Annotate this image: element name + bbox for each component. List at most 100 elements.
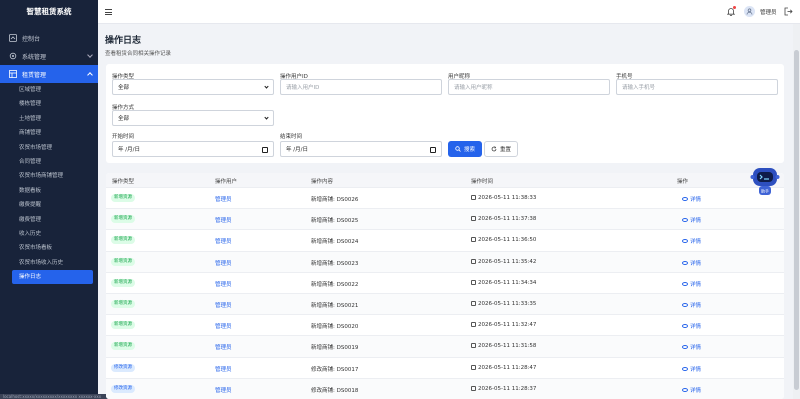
menu-toggle-icon[interactable] bbox=[105, 9, 112, 15]
sidebar-subitem[interactable]: 缴费提醒 bbox=[0, 198, 98, 212]
user-link[interactable]: 管理员 bbox=[215, 280, 232, 288]
column-header: 操作类型 bbox=[112, 179, 135, 185]
phone-input[interactable]: 请输入手机号 bbox=[616, 79, 778, 95]
time-cell: 2026-05-11 11:32:47 bbox=[471, 322, 536, 328]
sidebar-subitem[interactable]: 收入历史 bbox=[0, 227, 98, 241]
user-name[interactable]: 管理员 bbox=[760, 8, 777, 16]
eye-icon bbox=[682, 260, 688, 265]
sidebar-subitem[interactable]: 农贸市场看板 bbox=[0, 241, 98, 255]
eye-icon bbox=[682, 197, 688, 201]
calendar-icon bbox=[471, 216, 476, 222]
reset-button[interactable]: 重置 bbox=[484, 141, 518, 157]
op-type-select[interactable]: 全部 bbox=[112, 79, 274, 95]
refresh-icon bbox=[491, 146, 497, 152]
user-link[interactable]: 管理员 bbox=[215, 237, 232, 245]
eye-icon bbox=[682, 239, 688, 244]
user-link[interactable]: 管理员 bbox=[215, 301, 232, 309]
sidebar-subitem[interactable]: 数据看板 bbox=[0, 184, 98, 198]
detail-button[interactable]: 详情 bbox=[682, 365, 701, 373]
user-link[interactable]: 管理员 bbox=[215, 386, 232, 394]
detail-button[interactable]: 详情 bbox=[682, 343, 701, 351]
calendar-icon bbox=[471, 364, 476, 370]
page-scrollbar[interactable] bbox=[793, 24, 800, 399]
calendar-icon[interactable] bbox=[430, 147, 436, 153]
content-cell: 修改商铺: DS0018 bbox=[311, 387, 359, 394]
calendar-icon[interactable] bbox=[262, 147, 268, 153]
avatar[interactable] bbox=[744, 6, 755, 17]
detail-button[interactable]: 详情 bbox=[682, 195, 701, 203]
gear-icon bbox=[9, 52, 17, 60]
user-link[interactable]: 管理员 bbox=[215, 216, 232, 224]
table-row: 修改资源 管理员 修改商铺: DS0018 2026-05-11 11:28:37 详情 bbox=[106, 377, 784, 399]
user-link[interactable]: 管理员 bbox=[215, 343, 232, 351]
user-link[interactable]: 管理员 bbox=[215, 365, 232, 373]
content-cell: 新增商铺: DS0024 bbox=[311, 239, 359, 246]
sidebar: 智慧租赁系统 控制台 系统管理 租赁管理 区域管理 楼栋管理 土地管理 商铺管理 农贸市… bbox=[0, 0, 118, 399]
brand-title: 智慧租赁系统 bbox=[26, 7, 72, 16]
detail-button[interactable]: 详情 bbox=[682, 216, 701, 224]
user-id-input[interactable]: 请输入用户ID bbox=[280, 79, 442, 95]
user-link[interactable]: 管理员 bbox=[215, 195, 232, 203]
table-row: 新增资源 管理员 新增商铺: DS0025 2026-05-11 11:37:38 详情 bbox=[106, 208, 784, 230]
type-badge: 新增资源 bbox=[111, 236, 135, 245]
chevron-down-icon bbox=[264, 115, 269, 120]
sidebar-subitem[interactable]: 缴费管理 bbox=[0, 213, 98, 227]
calendar-icon bbox=[471, 385, 476, 391]
time-cell: 2026-05-11 11:28:47 bbox=[471, 364, 536, 371]
detail-button[interactable]: 详情 bbox=[682, 280, 701, 288]
type-badge: 新增资源 bbox=[111, 215, 135, 224]
user-link[interactable]: 管理员 bbox=[215, 259, 232, 267]
detail-button[interactable]: 详情 bbox=[682, 386, 701, 394]
time-cell: 2026-05-11 11:38:33 bbox=[471, 195, 536, 201]
calendar-icon bbox=[471, 279, 476, 285]
end-time-input[interactable]: 年 /月/日 bbox=[280, 141, 442, 157]
detail-button[interactable]: 详情 bbox=[682, 322, 701, 330]
method-select[interactable]: 全部 bbox=[112, 110, 274, 126]
time-cell: 2026-05-11 11:35:42 bbox=[471, 258, 536, 265]
sidebar-item-label: 系统管理 bbox=[22, 53, 47, 61]
sidebar-item-lease[interactable]: 租赁管理 bbox=[0, 65, 98, 83]
eye-icon bbox=[682, 387, 688, 392]
content-cell: 新增商铺: DS0023 bbox=[311, 260, 359, 267]
sidebar-subitem[interactable]: 楼栋管理 bbox=[0, 97, 98, 111]
logout-icon[interactable] bbox=[784, 7, 793, 16]
calendar-icon bbox=[471, 322, 476, 328]
start-time-label: 开始时间 bbox=[112, 134, 135, 140]
column-header: 操作时间 bbox=[471, 179, 494, 185]
assistant-robot-icon[interactable]: 助手 bbox=[750, 165, 780, 197]
sidebar-subitem[interactable]: 商铺管理 bbox=[0, 126, 98, 140]
sidebar-subitem[interactable]: 合同管理 bbox=[0, 155, 98, 169]
sidebar-subitem[interactable]: 区域管理 bbox=[0, 83, 98, 97]
detail-button[interactable]: 详情 bbox=[682, 237, 701, 245]
table-row: 新增资源 管理员 新增商铺: DS0026 2026-05-11 11:38:33 详情 bbox=[106, 187, 784, 208]
detail-button[interactable]: 详情 bbox=[682, 259, 701, 267]
table-row: 新增资源 管理员 新增商铺: DS0023 2026-05-11 11:35:42 详情 bbox=[106, 250, 784, 272]
time-text: 2026-05-11 11:38:33 bbox=[478, 195, 537, 201]
type-badge: 修改资源 bbox=[111, 363, 135, 372]
search-button[interactable]: 搜索 bbox=[448, 141, 482, 157]
sidebar-subitem[interactable]: 农贸市场收入历史 bbox=[0, 256, 98, 270]
eye-icon bbox=[682, 218, 688, 223]
sidebar-subitem[interactable]: 操作日志 bbox=[12, 270, 93, 285]
scroll-thumb[interactable] bbox=[794, 50, 799, 390]
calendar-icon bbox=[471, 343, 476, 349]
time-text: 2026-05-11 11:33:35 bbox=[478, 300, 537, 307]
detail-button[interactable]: 详情 bbox=[682, 301, 701, 309]
sidebar-subitem[interactable]: 土地管理 bbox=[0, 112, 98, 126]
table-row: 新增资源 管理员 新增商铺: DS0021 2026-05-11 11:33:35 详情 bbox=[106, 292, 784, 315]
page-header: 操作日志 查看租赁合同相关操作记录 bbox=[105, 33, 171, 57]
sidebar-subitem[interactable]: 农贸市场管理 bbox=[0, 141, 98, 155]
user-link[interactable]: 管理员 bbox=[215, 322, 232, 330]
detail-label: 详情 bbox=[690, 302, 702, 309]
column-header: 操作内容 bbox=[311, 179, 334, 185]
table-row: 新增资源 管理员 新增商铺: DS0020 2026-05-11 11:32:47 详情 bbox=[106, 314, 784, 335]
end-time-value: 年 /月/日 bbox=[286, 147, 308, 153]
start-time-input[interactable]: 年 /月/日 bbox=[112, 141, 274, 157]
nickname-input[interactable]: 请输入用户昵称 bbox=[448, 79, 610, 95]
detail-label: 详情 bbox=[690, 218, 702, 225]
sidebar-item-system[interactable]: 系统管理 bbox=[0, 47, 98, 65]
sidebar-item-dashboard[interactable]: 控制台 bbox=[0, 29, 98, 47]
sidebar-subitem[interactable]: 农贸市场商铺管理 bbox=[0, 169, 98, 183]
sidebar-item-label: 控制台 bbox=[22, 35, 41, 43]
detail-label: 详情 bbox=[690, 260, 702, 267]
